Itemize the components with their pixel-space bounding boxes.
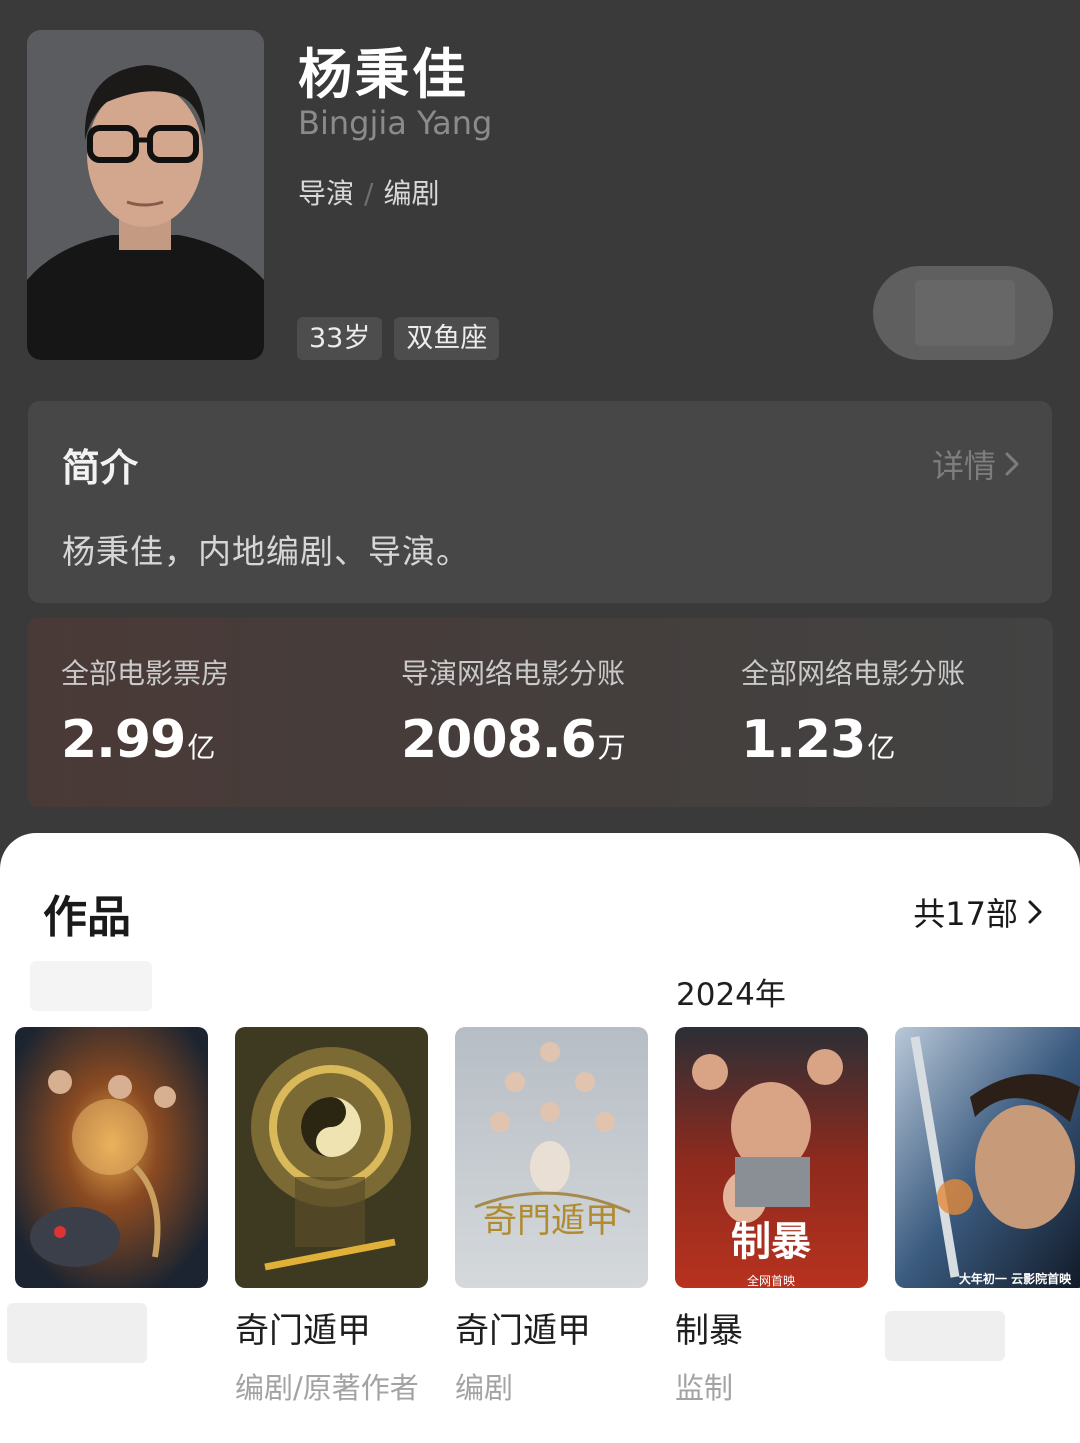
work-role: 编剧 xyxy=(455,1371,514,1405)
stat-unit: 亿 xyxy=(867,731,896,764)
stat-value: 2008.6万 xyxy=(401,710,626,770)
work-item[interactable]: 大年初一 云影院首映 xyxy=(885,833,1080,1433)
stat-label: 全部网络电影分账 xyxy=(741,657,966,690)
follow-button-label-blurred xyxy=(915,280,1015,346)
work-title-blurred xyxy=(885,1311,1005,1361)
work-item[interactable]: 制暴 全网首映 制暴 监制 xyxy=(675,833,875,1433)
stat-label: 导演网络电影分账 xyxy=(401,657,626,690)
portrait-image xyxy=(27,30,264,360)
chevron-right-icon xyxy=(1005,452,1019,476)
person-name: 杨秉佳 xyxy=(298,43,469,106)
role-separator: / xyxy=(364,177,374,210)
work-title-blurred xyxy=(7,1303,147,1363)
dark-fantasy-poster-icon xyxy=(15,1027,208,1288)
avatar[interactable] xyxy=(27,30,264,360)
misty-ensemble-poster-icon: 奇門遁甲 xyxy=(455,1027,648,1288)
age-tag: 33岁 xyxy=(297,317,383,360)
work-item[interactable]: 奇門遁甲 奇门遁甲 编剧 xyxy=(455,833,655,1433)
bagua-golden-poster-icon xyxy=(235,1027,428,1288)
intro-text: 杨秉佳，内地编剧、导演。 xyxy=(62,532,470,571)
profile-tags: 33岁 双鱼座 xyxy=(297,317,500,360)
role-director: 导演 xyxy=(298,177,355,210)
stat-unit: 万 xyxy=(597,731,626,764)
stat-label: 全部电影票房 xyxy=(61,657,230,690)
work-role: 监制 xyxy=(675,1371,734,1405)
work-item[interactable]: 奇门遁甲 编剧/原著作者 xyxy=(235,833,435,1433)
work-title: 奇门遁甲 xyxy=(235,1311,371,1351)
intro-title: 简介 xyxy=(62,446,139,490)
poster-subtitle-text: 全网首映 xyxy=(747,1273,795,1288)
stat-number: 2008.6 xyxy=(401,710,597,770)
stat-value: 2.99亿 xyxy=(61,710,215,770)
poster-subtitle-text: 大年初一 云影院首映 xyxy=(959,1271,1072,1286)
english-name: Bingjia Yang xyxy=(298,104,493,142)
follow-button[interactable] xyxy=(873,266,1053,360)
work-title: 奇门遁甲 xyxy=(455,1311,591,1351)
poster-title-text: 制暴 xyxy=(731,1219,811,1265)
red-crime-poster-icon: 制暴 全网首映 xyxy=(675,1027,868,1288)
zodiac-tag: 双鱼座 xyxy=(394,317,500,360)
role-list: 导演 / 编剧 xyxy=(298,172,439,212)
stat-number: 1.23 xyxy=(741,710,866,770)
box-office-stats: 全部电影票房 2.99亿 导演网络电影分账 2008.6万 全部网络电影分账 1… xyxy=(27,618,1053,807)
stat-value: 1.23亿 xyxy=(741,710,895,770)
poster-title-text: 奇門遁甲 xyxy=(483,1201,619,1241)
work-role: 编剧/原著作者 xyxy=(235,1371,419,1405)
intro-card[interactable]: 简介 详情 杨秉佳，内地编剧、导演。 xyxy=(28,401,1052,603)
stat-unit: 亿 xyxy=(187,731,216,764)
works-sheet: 作品 共17部 2024年 奇门遁甲 编剧/原著作者 奇門遁甲 奇门遁甲 编剧 … xyxy=(0,833,1080,1443)
blue-swordsman-poster-icon: 大年初一 云影院首映 xyxy=(895,1027,1080,1288)
person-profile-page: 杨秉佳 Bingjia Yang 导演 / 编剧 33岁 双鱼座 简介 详情 杨秉佳… xyxy=(0,0,1080,1443)
stat-number: 2.99 xyxy=(61,710,186,770)
work-title: 制暴 xyxy=(675,1311,743,1351)
intro-detail-link[interactable]: 详情 xyxy=(932,441,1020,487)
role-writer: 编剧 xyxy=(383,177,440,210)
work-item[interactable] xyxy=(7,833,215,1433)
intro-detail-label: 详情 xyxy=(931,447,996,485)
